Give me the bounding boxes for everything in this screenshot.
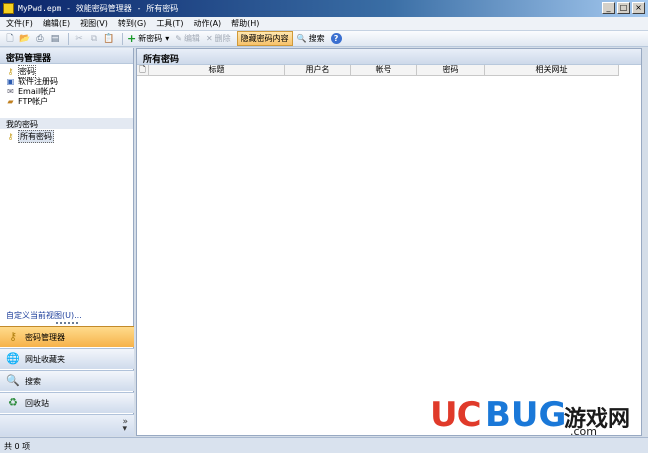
delete-button[interactable]: ✕ 删除 [206,33,231,44]
menu-go[interactable]: 转到(G) [118,18,146,29]
nav-label: 密码管理器 [25,332,65,342]
copy-icon[interactable]: ⧉ [88,33,100,45]
nav-label: 搜索 [25,376,41,386]
chevron-more-icon[interactable]: » ▾ [122,418,128,434]
globe-icon: 🌐 [6,352,20,365]
software-icon: ▣ [6,76,15,86]
sidebar-header: 密码管理器 [0,48,133,64]
tree-item-label: FTP帐户 [18,96,49,106]
content-title: 所有密码 [137,49,641,65]
new-password-button[interactable]: + 新密码 ▾ [127,32,169,45]
status-bar: 共 0 项 [0,437,648,453]
recycle-icon: ♻ [8,396,18,409]
pencil-icon: ✎ [175,34,182,43]
new-file-icon[interactable]: 🗋 [4,33,16,45]
key-icon: ⚷ [7,131,14,141]
menu-tools[interactable]: 工具(T) [156,18,183,29]
menu-help[interactable]: 帮助(H) [231,18,259,29]
menu-edit[interactable]: 编辑(E) [43,18,70,29]
menu-action[interactable]: 动作(A) [193,18,221,29]
table-header: 🗋 标题 用户名 帐号 密码 相关网址 [137,65,619,76]
column-header-title[interactable]: 标题 [149,65,285,75]
nav-password-manager[interactable]: ⚷ 密码管理器 [0,326,134,347]
delete-label: 删除 [214,34,231,43]
toolbar-divider [122,32,123,45]
column-header-password[interactable]: 密码 [417,65,485,75]
maximize-button[interactable]: □ [617,2,630,14]
edit-button[interactable]: ✎ 编辑 [175,33,200,44]
key-icon: ⚷ [7,66,14,76]
hide-content-button[interactable]: 隐藏密码内容 [236,31,293,46]
menu-bar: 文件(F) 编辑(E) 视图(V) 转到(G) 工具(T) 动作(A) 帮助(H… [0,17,648,31]
nav-search[interactable]: 🔍 搜索 [0,370,134,391]
nav-footer: » ▾ [0,414,134,436]
window-title: MyPwd.epm - 效能密码管理器 - 所有密码 [18,4,179,13]
splitter-handle[interactable] [56,322,78,325]
cut-icon[interactable]: ✂ [73,33,85,45]
column-header-username[interactable]: 用户名 [285,65,351,75]
nav-label: 网址收藏夹 [25,354,65,364]
toolbar: 🗋 📂 ⎙ ▤ ✂ ⧉ 📋 + 新密码 ▾ ✎ 编辑 ✕ 删除 隐藏密码内容 🔍… [0,31,648,47]
column-header-account[interactable]: 帐号 [351,65,417,75]
preview-icon[interactable]: ▤ [49,33,61,45]
tree-item-ftp[interactable]: ▰ FTP帐户 [6,96,127,106]
close-button[interactable]: × [632,2,645,14]
search-icon: 🔍 [6,374,20,387]
customize-view-link[interactable]: 自定义当前视图(U)... [6,310,82,321]
tree-item-all-passwords[interactable]: ⚷ 所有密码 [6,129,127,143]
nav-recycle-bin[interactable]: ♻ 回收站 [0,392,134,413]
print-icon[interactable]: ⎙ [34,33,46,45]
menu-file[interactable]: 文件(F) [6,18,33,29]
new-password-label: 新密码 [138,34,163,43]
tree-item-passwords[interactable]: ⚷ 密码 [6,64,127,78]
search-label: 搜索 [308,34,325,43]
ftp-icon: ▰ [7,96,14,106]
edit-label: 编辑 [183,34,200,43]
app-icon [3,3,14,14]
open-folder-icon[interactable]: 📂 [19,33,31,45]
item-count: 共 0 项 [4,442,31,451]
category-tree: ⚷ 密码 ▣ 软件注册码 ✉ Email帐户 ▰ FTP帐户 [0,64,133,108]
toolbar-divider [68,32,69,45]
help-icon[interactable]: ? [330,33,342,44]
document-icon: 🗋 [139,65,146,74]
my-passwords-section: 我的密码 [0,118,133,129]
column-header-type[interactable]: 🗋 [137,65,149,75]
tree-item-email[interactable]: ✉ Email帐户 [6,86,127,96]
chevron-down-icon[interactable]: ▾ [165,34,169,43]
nav-bookmarks[interactable]: 🌐 网址收藏夹 [0,348,134,369]
main-content: 所有密码 🗋 标题 用户名 帐号 密码 相关网址 [136,48,642,436]
email-icon: ✉ [7,86,14,96]
paste-icon[interactable]: 📋 [103,33,115,45]
title-bar[interactable]: MyPwd.epm - 效能密码管理器 - 所有密码 _ □ × [0,0,648,17]
column-header-url[interactable]: 相关网址 [485,65,619,75]
sidebar: 密码管理器 ⚷ 密码 ▣ 软件注册码 ✉ Email帐户 ▰ FTP帐户 我的密… [0,48,134,436]
menu-view[interactable]: 视图(V) [80,18,108,29]
minimize-button[interactable]: _ [602,2,615,14]
search-button[interactable]: 🔍 搜索 [297,33,325,44]
key-icon: ⚷ [8,330,18,343]
plus-icon: + [127,32,137,45]
tree-item-software[interactable]: ▣ 软件注册码 [6,76,127,86]
delete-icon: ✕ [205,34,213,43]
nav-label: 回收站 [25,398,49,408]
search-icon: 🔍 [296,34,307,43]
tree-item-label: 所有密码 [18,129,54,143]
